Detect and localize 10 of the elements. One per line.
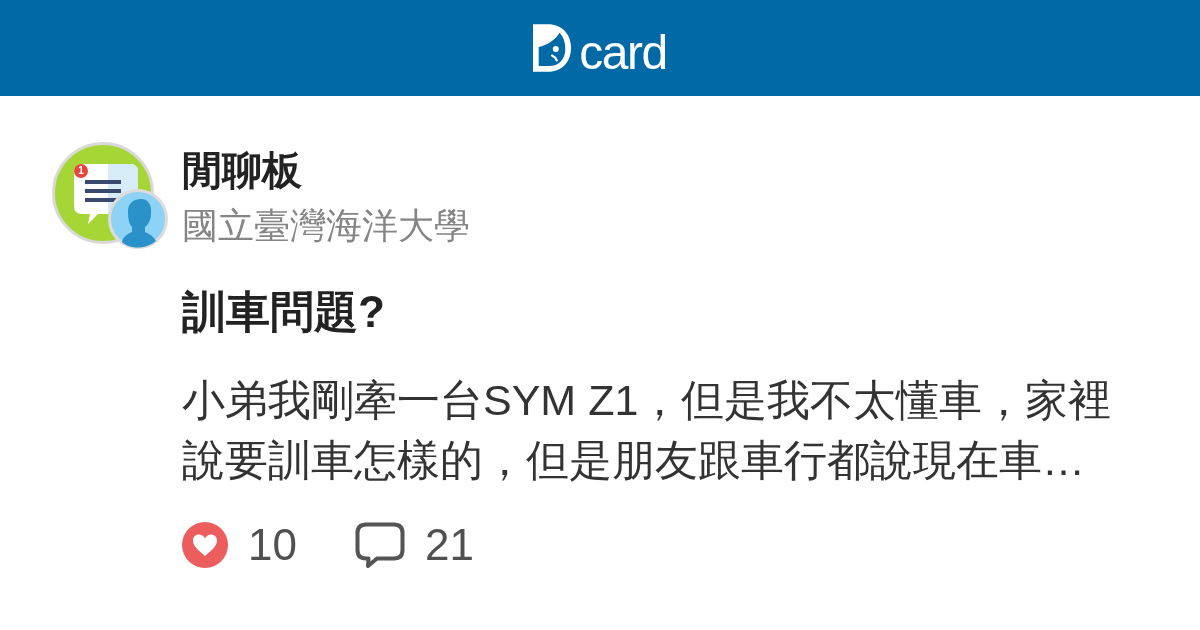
post-title[interactable]: 訓車問題? [182,284,385,340]
logo-text[interactable]: card [579,33,667,73]
post-excerpt: 小弟我剛牽一台SYM Z1，但是我不太懂車，家裡說要訓車怎樣的，但是朋友跟車行都說現在車… [182,375,1113,486]
user-avatar-icon [108,189,168,249]
school-name: 國立臺灣海洋大學 [182,204,470,248]
comment-count: 21 [424,520,474,570]
like-count: 10 [248,520,297,570]
comment-icon[interactable] [354,522,405,568]
logo-mark-icon [533,23,572,73]
board-name[interactable]: 閒聊板 [182,146,302,194]
